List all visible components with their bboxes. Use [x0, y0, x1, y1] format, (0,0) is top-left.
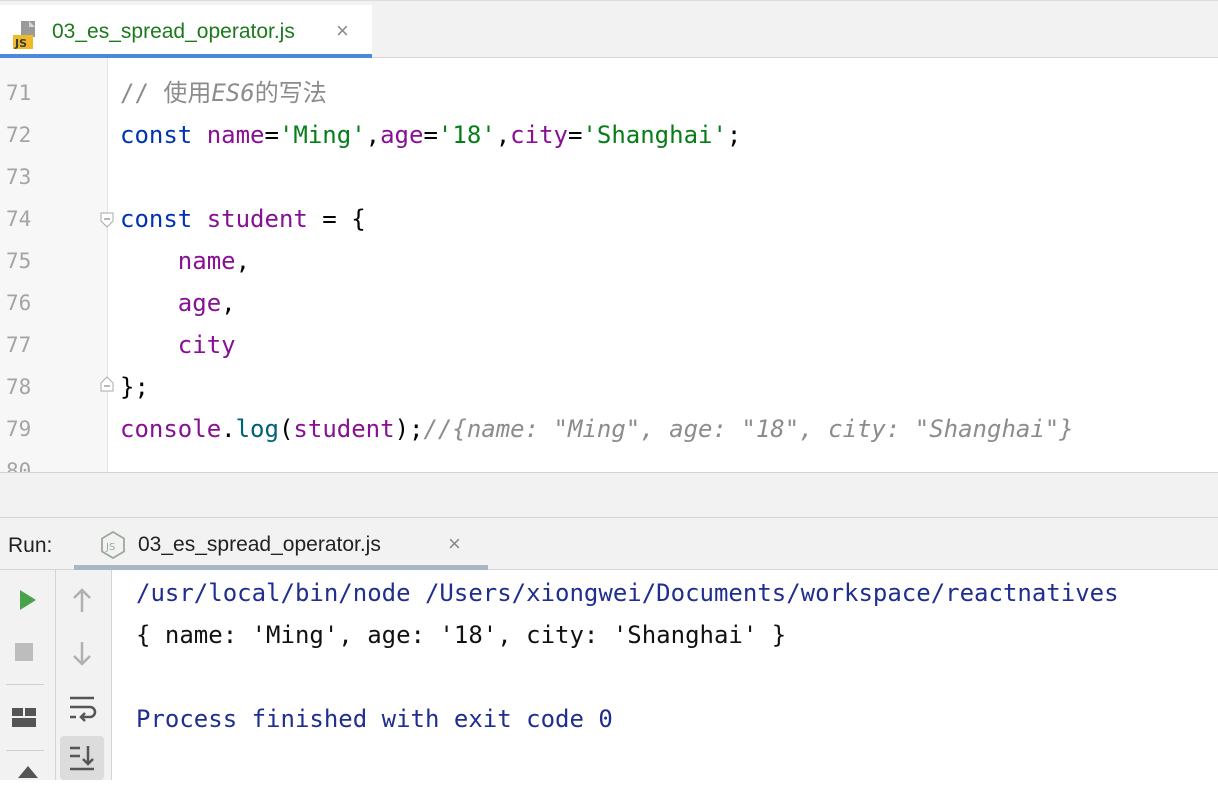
nodejs-icon: JS	[101, 531, 125, 559]
variable: student	[206, 205, 308, 233]
variable: city	[510, 121, 568, 149]
comment-text: //{name: "Ming", age: "18", city: "Shang…	[423, 415, 1074, 443]
console-output[interactable]: /usr/local/bin/node /Users/xiongwei/Docu…	[112, 570, 1218, 780]
string-literal: 'Ming'	[278, 121, 366, 149]
string-literal: '18'	[437, 121, 496, 149]
punctuation: ,	[235, 247, 251, 275]
editor-tab-label: 03_es_spread_operator.js	[52, 20, 295, 43]
line-number: 79	[6, 417, 32, 441]
close-icon[interactable]: ×	[448, 532, 461, 556]
line-number-gutter: 71 72 73 74 75 76 77 78 79 80	[0, 58, 108, 472]
layout-icon[interactable]	[4, 698, 44, 738]
stop-icon[interactable]	[4, 632, 44, 672]
run-toolbar	[0, 570, 56, 780]
comment-text: 的写法	[254, 79, 327, 107]
toolbar-separator	[6, 750, 44, 751]
console-exit-message: Process finished with exit code 0	[136, 705, 613, 733]
code-line-console-log: console.log(student);//{name: "Ming", ag…	[120, 415, 1074, 443]
line-number: 74	[6, 207, 32, 231]
property: city	[177, 331, 236, 359]
close-icon[interactable]: ×	[336, 19, 349, 43]
variable: age	[380, 121, 424, 149]
arrow-up-icon[interactable]	[62, 582, 102, 622]
run-title: Run:	[8, 534, 53, 557]
code-line-declaration: const name='Ming',age='18',city='Shangha…	[120, 121, 742, 149]
fold-close-icon[interactable]	[100, 376, 114, 392]
toolbar-separator	[6, 684, 44, 685]
svg-text:JS: JS	[105, 542, 115, 553]
line-number: 76	[6, 291, 32, 315]
string-literal: 'Shanghai'	[582, 121, 727, 149]
line-number: 75	[6, 249, 32, 273]
code-line-property: name,	[120, 240, 250, 282]
svg-text:JS: JS	[14, 37, 27, 50]
console-command-line[interactable]: /usr/local/bin/node /Users/xiongwei/Docu…	[136, 572, 1119, 614]
console-toolbar	[56, 570, 112, 780]
editor-tab-active[interactable]: JS 03_es_spread_operator.js ×	[0, 5, 372, 59]
variable: student	[293, 415, 395, 443]
scroll-to-end-button[interactable]	[60, 736, 104, 780]
pin-icon[interactable]	[8, 760, 48, 800]
code-line-object-open: const student = {	[120, 198, 366, 240]
keyword: const	[120, 205, 193, 233]
run-icon[interactable]	[6, 580, 46, 620]
run-tab-active[interactable]: JS 03_es_spread_operator.js ×	[74, 518, 488, 570]
console-output-line: { name: 'Ming', age: '18', city: 'Shangh…	[136, 621, 787, 649]
run-tab-label: 03_es_spread_operator.js	[138, 533, 381, 556]
soft-wrap-icon[interactable]	[62, 688, 102, 728]
line-number: 77	[6, 333, 32, 357]
line-number: 71	[6, 81, 32, 105]
line-number: 78	[6, 375, 32, 399]
line-number: 80	[6, 459, 32, 472]
line-number: 72	[6, 123, 32, 147]
property: name	[177, 247, 236, 275]
punctuation: ,	[221, 289, 236, 317]
property: age	[177, 289, 222, 317]
punctuation: = {	[307, 205, 366, 233]
editor-horizontal-scroll-area[interactable]	[0, 472, 1218, 518]
keyword: const	[120, 121, 193, 149]
code-line-property: city	[120, 324, 236, 366]
code-line-comment: // 使用ES6的写法	[120, 72, 327, 114]
js-file-icon: JS	[13, 21, 35, 50]
comment-text: // 使用	[120, 79, 212, 107]
comment-emphasis: ES6	[211, 79, 255, 107]
code-line-object-close: };	[120, 366, 149, 408]
run-toolwindow-header: Run: JS 03_es_spread_operator.js ×	[0, 518, 1218, 570]
punctuation: };	[120, 373, 149, 401]
fold-open-icon[interactable]	[100, 212, 114, 228]
line-number: 73	[6, 165, 32, 189]
editor-tab-bar: JS 03_es_spread_operator.js ×	[0, 0, 1218, 59]
variable: name	[206, 121, 265, 149]
method: log	[235, 415, 279, 443]
code-line-property: age,	[120, 282, 236, 324]
identifier: console	[120, 415, 222, 443]
arrow-down-icon[interactable]	[62, 634, 102, 674]
scroll-to-end-icon	[70, 746, 94, 771]
code-editor[interactable]: 71 72 73 74 75 76 77 78 79 80 // 使用ES6的写…	[0, 58, 1218, 472]
